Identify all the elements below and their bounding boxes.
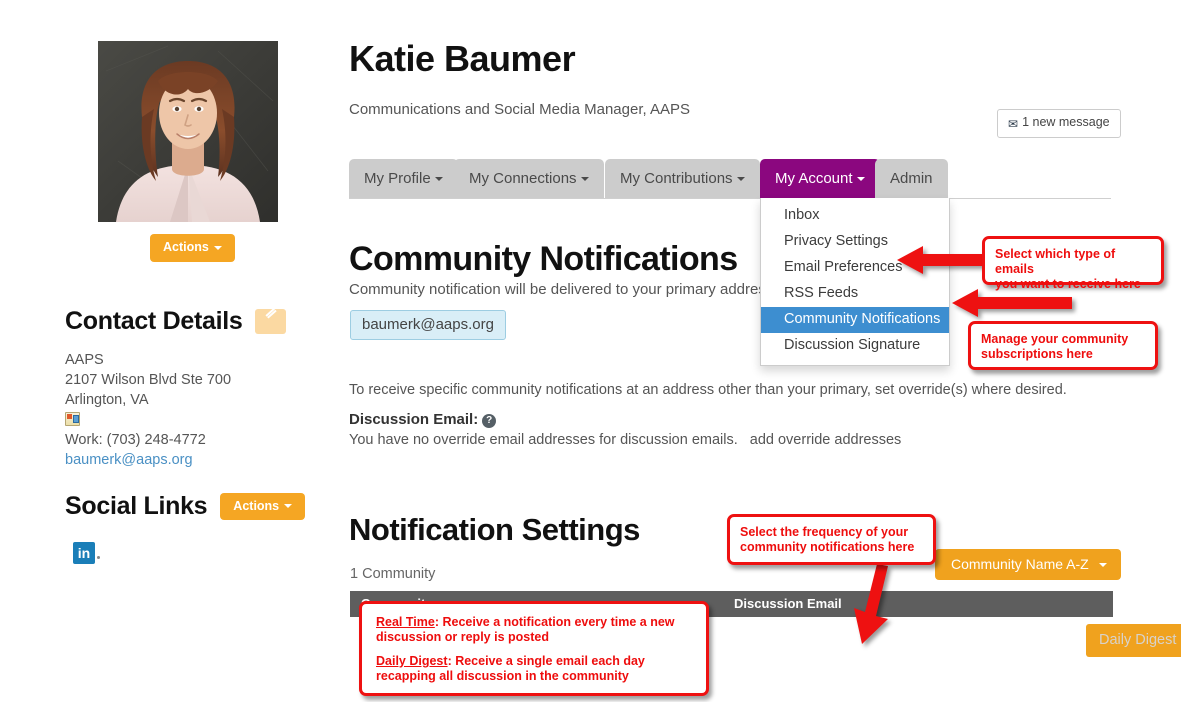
chevron-down-icon [856, 177, 865, 181]
social-separator-dot [97, 556, 100, 559]
question-mark-icon[interactable]: ? [482, 414, 497, 428]
social-actions-button[interactable]: Actions [220, 492, 306, 521]
primary-email-pill[interactable]: baumerk@aaps.org [350, 310, 506, 340]
profile-actions-button-wrap: Actions [150, 234, 235, 262]
no-override-row: You have no override email addresses for… [349, 432, 901, 448]
annotation-line-1: Select the frequency of your [740, 525, 909, 539]
pencil-icon[interactable] [255, 309, 287, 334]
linkedin-icon[interactable]: in [73, 542, 95, 564]
profile-actions-button[interactable]: Actions [150, 234, 235, 262]
contact-email-link[interactable]: baumerk@aaps.org [65, 452, 193, 468]
discussion-email-label: Discussion Email:? [349, 411, 497, 428]
legend-real-time-term: Real Time [376, 615, 435, 629]
contact-city-state: Arlington, VA [65, 392, 149, 408]
annotation-arrow-frequency [854, 564, 888, 644]
contact-phone: Work: (703) 248-4772 [65, 432, 206, 448]
contact-details-body: AAPS 2107 Wilson Blvd Ste 700 Arlington,… [65, 350, 231, 470]
column-header-discussion-email: Discussion Email [734, 596, 842, 611]
tab-label: My Contributions [620, 170, 733, 187]
tab-my-contributions[interactable]: My Contributions [605, 159, 760, 198]
contact-org: AAPS [65, 352, 104, 368]
annotation-line-1: Select which type of emails [995, 247, 1116, 276]
legend-daily-digest: Daily Digest: Receive a single email eac… [376, 654, 692, 684]
annotation-callout-emails-type: Select which type of emails you want to … [982, 236, 1164, 291]
legend-spacer [376, 645, 692, 654]
add-override-addresses-link[interactable]: add override addresses [750, 432, 902, 448]
community-count: 1 Community [350, 566, 436, 582]
tab-label: Admin [890, 170, 933, 187]
sort-dropdown-button[interactable]: Community Name A-Z [935, 549, 1121, 580]
tab-label: My Profile [364, 170, 431, 187]
profile-subtitle: Communications and Social Media Manager,… [349, 101, 691, 118]
tab-bar: My Profile My Connections My Contributio… [349, 159, 1111, 198]
annotation-line-2: you want to receive here [995, 277, 1141, 291]
tab-my-account[interactable]: My Account [760, 159, 880, 198]
left-sidebar: Actions Contact Details AAPS 2107 Wilson… [65, 0, 315, 702]
annotation-arrow-community-notifications [952, 289, 1072, 317]
annotation-line-2: subscriptions here [981, 347, 1093, 361]
annotation-line-2: community notifications here [740, 540, 915, 554]
chevron-down-icon [580, 177, 589, 181]
profile-page: Actions Contact Details AAPS 2107 Wilson… [0, 0, 1181, 702]
chevron-down-icon [434, 177, 443, 181]
menu-item-inbox[interactable]: Inbox [761, 203, 949, 229]
contact-details-header: Contact Details [65, 307, 287, 336]
profile-photo-image [98, 41, 278, 222]
discussion-email-frequency-value: Daily Digest [1099, 632, 1177, 648]
notification-settings-heading: Notification Settings [349, 512, 640, 547]
legend-daily-digest-term: Daily Digest [376, 654, 448, 668]
profile-actions-label: Actions [163, 240, 209, 254]
annotation-callout-legend: Real Time: Receive a notification every … [359, 601, 709, 696]
menu-item-discussion-signature[interactable]: Discussion Signature [761, 333, 949, 359]
no-override-text: You have no override email addresses for… [349, 432, 738, 448]
discussion-email-frequency-select[interactable]: Daily Digest [1086, 624, 1181, 657]
tab-my-profile[interactable]: My Profile [349, 159, 458, 198]
override-instructions: To receive specific community notificati… [349, 382, 1067, 398]
sort-label: Community Name A-Z [951, 556, 1089, 572]
tab-label: My Account [775, 170, 853, 187]
annotation-callout-frequency: Select the frequency of your community n… [727, 514, 936, 565]
social-links-header: Social Links Actions [65, 492, 306, 521]
linkedin-label: in [77, 545, 91, 561]
new-message-button[interactable]: ✉ 1 new message [997, 109, 1121, 138]
discussion-email-label-text: Discussion Email: [349, 411, 479, 428]
chevron-down-icon [284, 504, 293, 509]
tab-label: My Connections [469, 170, 577, 187]
chevron-down-icon [1098, 563, 1107, 568]
community-notifications-description: Community notification will be delivered… [349, 281, 778, 298]
tabbar-divider [349, 198, 1111, 199]
new-message-label: 1 new message [1022, 115, 1110, 129]
contact-street: 2107 Wilson Blvd Ste 700 [65, 372, 232, 388]
annotation-callout-manage-subscriptions: Manage your community subscriptions here [968, 321, 1158, 370]
menu-item-community-notifications[interactable]: Community Notifications [761, 307, 949, 333]
page-title: Katie Baumer [349, 38, 576, 79]
social-links-heading: Social Links [65, 492, 208, 520]
legend-real-time: Real Time: Receive a notification every … [376, 615, 692, 645]
avatar[interactable] [98, 41, 278, 222]
my-account-dropdown-menu: Inbox Privacy Settings Email Preferences… [760, 198, 950, 366]
envelope-icon: ✉ [1008, 117, 1019, 131]
address-card-icon [65, 412, 80, 426]
contact-details-heading: Contact Details [65, 307, 243, 335]
community-notifications-heading: Community Notifications [349, 240, 738, 278]
tab-my-connections[interactable]: My Connections [454, 159, 604, 198]
social-actions-label: Actions [233, 498, 280, 513]
chevron-down-icon [736, 177, 745, 181]
chevron-down-icon [213, 245, 222, 250]
tab-admin[interactable]: Admin [875, 159, 948, 198]
menu-item-rss-feeds[interactable]: RSS Feeds [761, 281, 949, 307]
annotation-line-1: Manage your community [981, 332, 1129, 346]
